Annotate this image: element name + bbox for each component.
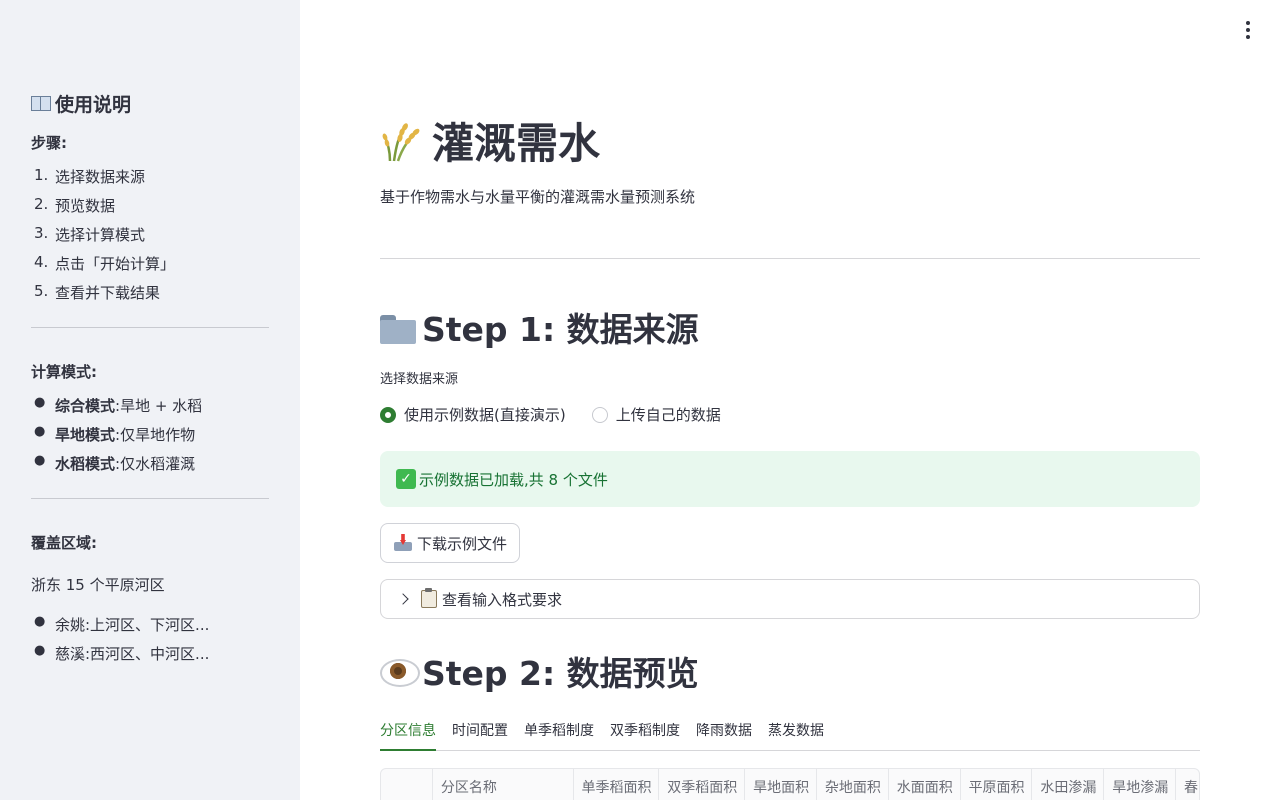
radio-upload-data[interactable]: 上传自己的数据 xyxy=(591,404,721,425)
steps-label: 步骤: xyxy=(31,134,67,152)
inbox-tray-icon xyxy=(393,534,413,552)
tab-zone-info[interactable]: 分区信息 xyxy=(380,713,436,751)
tab-evaporation[interactable]: 蒸发数据 xyxy=(768,713,824,751)
table-header-cell[interactable]: 旱地渗漏 xyxy=(1104,769,1177,800)
eye-icon xyxy=(380,659,420,687)
tab-rainfall[interactable]: 降雨数据 xyxy=(696,713,752,751)
step1-heading: Step 1: 数据来源 xyxy=(380,304,699,350)
radio-upload-data-label: 上传自己的数据 xyxy=(615,406,721,424)
list-item-text: 点击「开始计算」 xyxy=(55,255,176,273)
modes-label: 计算模式: xyxy=(31,363,97,381)
data-source-label: 选择数据来源 xyxy=(380,372,459,387)
sidebar-divider xyxy=(31,498,269,499)
step1-heading-text: Step 1: 数据来源 xyxy=(422,310,699,349)
main-menu-button[interactable] xyxy=(1238,20,1258,40)
list-item: 2. 预览数据 xyxy=(31,195,269,224)
bullet-icon: ● xyxy=(34,453,46,468)
list-item: ● 余姚:上河区、下河区... xyxy=(31,614,269,643)
table-header-cell[interactable] xyxy=(381,769,433,800)
list-item: ● 旱地模式:仅旱地作物 xyxy=(31,424,269,453)
list-item-number: 4. xyxy=(34,253,49,271)
modes-list: ● 综合模式:旱地 + 水稻 ● 旱地模式:仅旱地作物 ● 水稻模式:仅水稻灌溉 xyxy=(31,395,269,482)
rice-sheaf-icon xyxy=(382,123,420,162)
table-header-cell[interactable]: 双季稻面积 xyxy=(659,769,746,800)
success-alert-text: 示例数据已加载,共 8 个文件 xyxy=(419,470,608,489)
kebab-menu-icon xyxy=(1246,21,1250,25)
table-header-cell[interactable]: 单季稻面积 xyxy=(574,769,660,800)
step2-heading: Step 2: 数据预览 xyxy=(380,648,699,694)
data-preview-tabs: 分区信息 时间配置 单季稻制度 双季稻制度 降雨数据 蒸发数据 xyxy=(380,713,1200,751)
list-item-number: 3. xyxy=(34,224,49,242)
tab-single-rice[interactable]: 单季稻制度 xyxy=(524,713,594,751)
mode-name: 综合模式 xyxy=(55,397,116,415)
data-table-header: 分区名称 单季稻面积 双季稻面积 旱地面积 杂地面积 水面面积 平原面积 水田渗… xyxy=(380,768,1200,800)
table-header-cell[interactable]: 水田渗漏 xyxy=(1032,769,1105,800)
list-item: 3. 选择计算模式 xyxy=(31,224,269,253)
data-source-radio-group: 使用示例数据(直接演示) 上传自己的数据 xyxy=(380,404,721,425)
tab-time-config[interactable]: 时间配置 xyxy=(452,713,508,751)
list-item-text: 选择计算模式 xyxy=(55,226,146,244)
list-item-text: 查看并下载结果 xyxy=(55,284,161,302)
clipboard-icon xyxy=(421,588,437,608)
page-subtitle: 基于作物需水与水量平衡的灌溉需水量预测系统 xyxy=(380,188,696,206)
mode-desc: :旱地 + 水稻 xyxy=(115,397,203,415)
bullet-icon: ● xyxy=(34,424,46,439)
radio-unselected-icon[interactable] xyxy=(591,406,608,423)
regions-list: ● 余姚:上河区、下河区... ● 慈溪:西河区、中河区... xyxy=(31,614,269,672)
list-item: ● 水稻模式:仅水稻灌溉 xyxy=(31,453,269,482)
sidebar-heading: 使用说明 xyxy=(31,88,269,118)
radio-selected-icon[interactable] xyxy=(380,406,396,423)
success-alert: ✓ 示例数据已加载,共 8 个文件 xyxy=(380,451,1200,507)
kebab-menu-icon xyxy=(1246,35,1250,39)
region-text: 慈溪:西河区、中河区... xyxy=(55,645,210,663)
check-mark-icon: ✓ xyxy=(396,469,416,489)
list-item-text: 预览数据 xyxy=(55,197,116,215)
list-item: 1. 选择数据来源 xyxy=(31,166,269,195)
table-header-cell[interactable]: 水面面积 xyxy=(889,769,961,800)
open-book-icon xyxy=(31,95,51,111)
bullet-icon: ● xyxy=(34,614,46,629)
coverage-text: 浙东 15 个平原河区 xyxy=(31,576,165,594)
table-header-cell[interactable]: 杂地面积 xyxy=(817,769,889,800)
download-sample-button[interactable]: 下载示例文件 xyxy=(380,523,521,563)
input-format-expander-label: 查看输入格式要求 xyxy=(442,590,563,609)
sidebar: 使用说明 步骤: 1. 选择数据来源 2. 预览数据 3. 选择计算模式 4. 点击「开… xyxy=(0,0,300,800)
section-divider xyxy=(380,258,1200,259)
list-item: 5. 查看并下载结果 xyxy=(31,282,269,311)
table-header-cell[interactable]: 春 xyxy=(1176,769,1199,800)
list-item-text: 选择数据来源 xyxy=(55,168,146,186)
bullet-icon: ● xyxy=(34,395,46,410)
folder-icon xyxy=(380,312,416,344)
step2-heading-text: Step 2: 数据预览 xyxy=(422,654,699,693)
list-item: 4. 点击「开始计算」 xyxy=(31,253,269,282)
mode-name: 旱地模式 xyxy=(55,426,116,444)
steps-list: 1. 选择数据来源 2. 预览数据 3. 选择计算模式 4. 点击「开始计算」 5. 查看… xyxy=(31,166,269,311)
radio-sample-data-label: 使用示例数据(直接演示) xyxy=(404,406,566,424)
kebab-menu-icon xyxy=(1246,28,1250,32)
list-item: ● 慈溪:西河区、中河区... xyxy=(31,643,269,672)
list-item-number: 5. xyxy=(34,282,49,300)
list-item-number: 1. xyxy=(34,166,49,184)
coverage-label: 覆盖区域: xyxy=(31,534,97,552)
table-header-cell[interactable]: 分区名称 xyxy=(433,769,574,800)
table-header-cell[interactable]: 旱地面积 xyxy=(745,769,817,800)
chevron-right-icon xyxy=(397,593,409,605)
input-format-expander[interactable]: 查看输入格式要求 xyxy=(380,579,1200,619)
download-sample-button-label: 下载示例文件 xyxy=(417,535,508,553)
tab-double-rice[interactable]: 双季稻制度 xyxy=(610,713,680,751)
mode-desc: :仅水稻灌溉 xyxy=(115,455,196,473)
table-header-cell[interactable]: 平原面积 xyxy=(961,769,1033,800)
region-text: 余姚:上河区、下河区... xyxy=(55,616,210,634)
list-item-number: 2. xyxy=(34,195,49,213)
mode-name: 水稻模式 xyxy=(55,455,116,473)
list-item: ● 综合模式:旱地 + 水稻 xyxy=(31,395,269,424)
bullet-icon: ● xyxy=(34,643,46,658)
sidebar-divider xyxy=(31,327,269,328)
page-title-text: 灌溉需水 xyxy=(432,118,601,168)
mode-desc: :仅旱地作物 xyxy=(115,426,196,444)
radio-sample-data[interactable]: 使用示例数据(直接演示) xyxy=(380,404,566,425)
sidebar-heading-text: 使用说明 xyxy=(55,93,132,116)
page-title: 灌溉需水 xyxy=(380,112,600,168)
